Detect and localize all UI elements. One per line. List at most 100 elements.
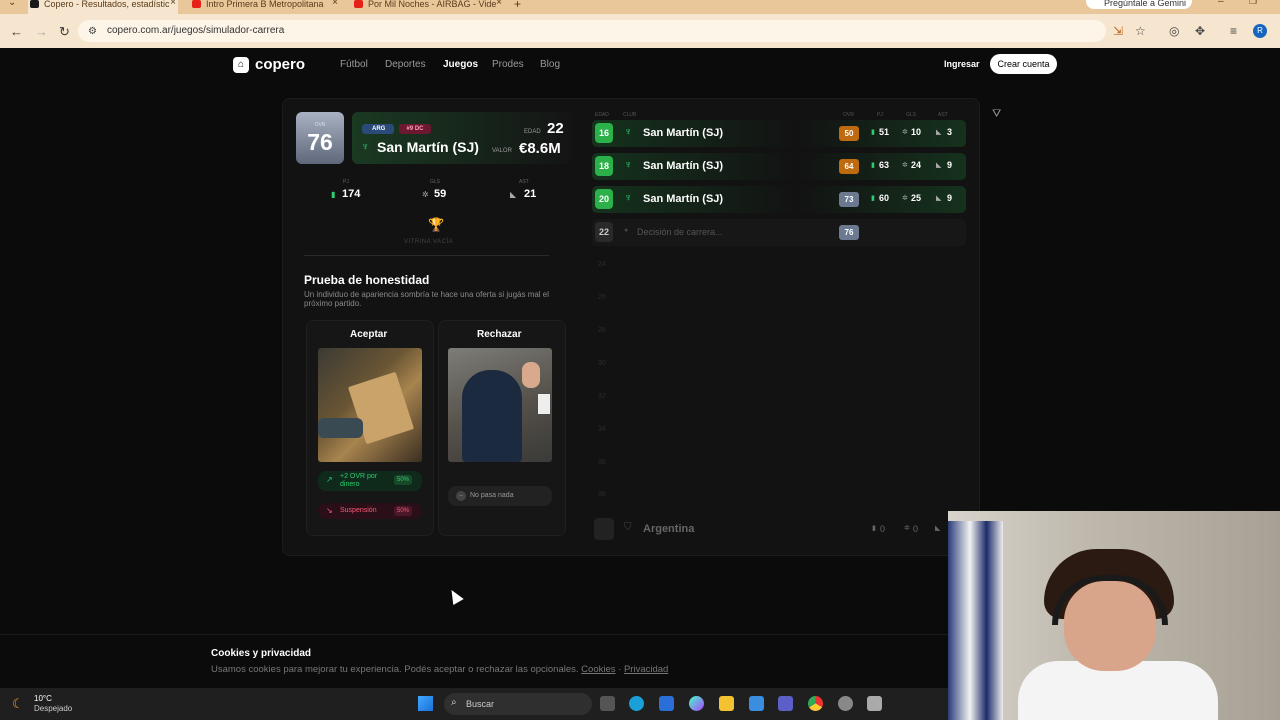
gemini-button[interactable]: Pregúntale a Gemini	[1086, 0, 1192, 9]
reject-title[interactable]: Rechazar	[477, 329, 521, 340]
cookie-text: Usamos cookies para mejorar tu experienc…	[211, 664, 579, 675]
event-description: Un individuo de apariencia sombría te ha…	[304, 290, 550, 308]
weather-temp[interactable]: 10°C	[34, 694, 52, 703]
outcome-ovr-text: +2 OVR por dinero	[340, 473, 378, 488]
reject-image[interactable]	[448, 348, 552, 462]
col-pj: PJ	[877, 112, 883, 118]
country-badge: ARG	[362, 124, 394, 134]
login-link[interactable]: Ingresar	[944, 59, 980, 69]
outcome-suspension-pct: 50%	[393, 506, 412, 516]
copero-logo-icon[interactable]: ⌂	[233, 57, 249, 73]
nav-blog[interactable]: Blog	[540, 59, 560, 70]
menu-lines-icon[interactable]: ≡	[1230, 24, 1237, 38]
reload-icon[interactable]: ↻	[59, 24, 70, 40]
media-icon[interactable]: ◎	[1169, 24, 1179, 38]
row-pj: 51	[879, 127, 890, 137]
nav-futbol[interactable]: Fútbol	[340, 59, 368, 70]
stat-gls-value: 59	[434, 188, 447, 200]
shirt-icon: ▮	[331, 190, 336, 199]
row-age: 20	[595, 189, 613, 209]
accept-image[interactable]	[318, 348, 422, 462]
trend-down-icon: ↘	[326, 506, 333, 515]
install-app-icon[interactable]: ⇲	[1113, 24, 1123, 38]
tab-list-icon[interactable]: ⌄	[8, 0, 16, 8]
trophy-icon: 🏆	[428, 217, 445, 232]
tab-youtube-airbag[interactable]: Por Mil Noches - AIRBAG - Vide ×	[352, 0, 504, 14]
settings-icon[interactable]	[838, 696, 853, 711]
cookies-link[interactable]: Cookies	[581, 664, 615, 675]
club-shield-icon: ♆	[624, 126, 633, 138]
profile-avatar[interactable]: R	[1253, 24, 1267, 38]
career-row: 16 ♆ San Martín (SJ) 50 ▮ 51 ✲ 10 ◣ 3	[592, 120, 966, 147]
tab-label: Intro Primera B Metropolitana	[206, 0, 324, 9]
future-age: 38	[598, 491, 606, 498]
national-team: Argentina	[643, 523, 695, 535]
col-ast: AST	[938, 112, 948, 118]
future-age: 26	[598, 294, 606, 301]
site-logo[interactable]: copero	[255, 56, 305, 73]
bookmark-star-icon[interactable]: ☆	[1135, 24, 1146, 38]
boot-icon: ◣	[936, 195, 942, 202]
event-title: Prueba de honestidad	[304, 273, 430, 287]
moon-icon[interactable]: ☾	[12, 696, 24, 712]
taskbar-search[interactable]: Buscar	[444, 693, 592, 715]
outlook-icon[interactable]	[659, 696, 674, 711]
stat-pj-label: PJ	[343, 179, 349, 185]
future-age: 24	[598, 261, 606, 268]
future-age: 36	[598, 459, 606, 466]
stat-ast-value: 21	[524, 188, 537, 200]
extensions-icon[interactable]: ✥	[1195, 24, 1205, 38]
profile-initial: R	[1257, 26, 1263, 35]
close-tab-icon[interactable]: ×	[332, 0, 338, 8]
edad-value: 22	[547, 120, 564, 137]
tab-copero[interactable]: Copero - Resultados, estadístic ×	[28, 0, 178, 14]
future-age: 30	[598, 360, 606, 367]
back-icon[interactable]: ←	[10, 24, 23, 39]
national-flag	[594, 518, 614, 540]
weather-desc[interactable]: Despejado	[34, 704, 72, 713]
cookie-separator: ·	[618, 664, 622, 675]
career-row: 18 ♆ San Martín (SJ) 64 ▮ 63 ✲ 24 ◣ 9	[592, 153, 966, 180]
country-code: ARG	[372, 126, 386, 132]
close-tab-icon[interactable]: ×	[170, 0, 176, 8]
windows-start-icon[interactable]	[418, 696, 433, 711]
close-tab-icon[interactable]: ×	[496, 0, 502, 8]
new-tab-icon[interactable]: +	[514, 0, 521, 11]
filter-icon[interactable]: ⛛	[992, 108, 1001, 121]
trend-up-icon: ↗	[326, 475, 333, 484]
task-view-icon[interactable]	[600, 696, 615, 711]
nav-deportes[interactable]: Deportes	[385, 59, 426, 70]
copilot-icon[interactable]	[689, 696, 704, 711]
edge-icon[interactable]	[629, 696, 644, 711]
position-badge: #9 DC	[399, 124, 431, 134]
nav-prodes[interactable]: Prodes	[492, 59, 524, 70]
forward-icon[interactable]: →	[35, 24, 48, 39]
search-icon: ⌕	[451, 697, 457, 708]
shirt-icon: ▮	[871, 195, 875, 202]
tab-label: Copero - Resultados, estadístic	[44, 0, 170, 9]
person-shape	[462, 370, 522, 462]
file-explorer-icon[interactable]	[719, 696, 734, 711]
nav-juegos[interactable]: Juegos	[443, 59, 478, 70]
webcam-overlay	[948, 511, 1280, 720]
minimize-icon[interactable]: –	[1218, 0, 1224, 7]
ovr-label: OVR	[314, 122, 326, 128]
site-info-icon[interactable]: ⚙	[88, 26, 97, 37]
signup-button[interactable]: Crear cuenta	[990, 54, 1057, 74]
row-pj: 63	[879, 160, 890, 170]
cookie-title: Cookies y privacidad	[211, 648, 312, 659]
restore-icon[interactable]: ❐	[1249, 0, 1257, 7]
chrome-icon[interactable]	[808, 696, 823, 711]
accept-title[interactable]: Aceptar	[350, 329, 387, 340]
ball-icon: ✲	[902, 195, 908, 202]
row-ovr: 64	[839, 159, 859, 174]
tab-youtube-intro[interactable]: Intro Primera B Metropolitana ×	[190, 0, 340, 14]
player-club: San Martín (SJ)	[377, 139, 479, 155]
privacy-link[interactable]: Privacidad	[624, 664, 668, 675]
row-age: 16	[595, 123, 613, 143]
shirt-icon: ▮	[872, 525, 876, 532]
store-icon[interactable]	[749, 696, 764, 711]
url-input[interactable]: copero.com.ar/juegos/simulador-carrera	[78, 20, 1106, 42]
app-icon[interactable]	[867, 696, 882, 711]
teams-icon[interactable]	[778, 696, 793, 711]
